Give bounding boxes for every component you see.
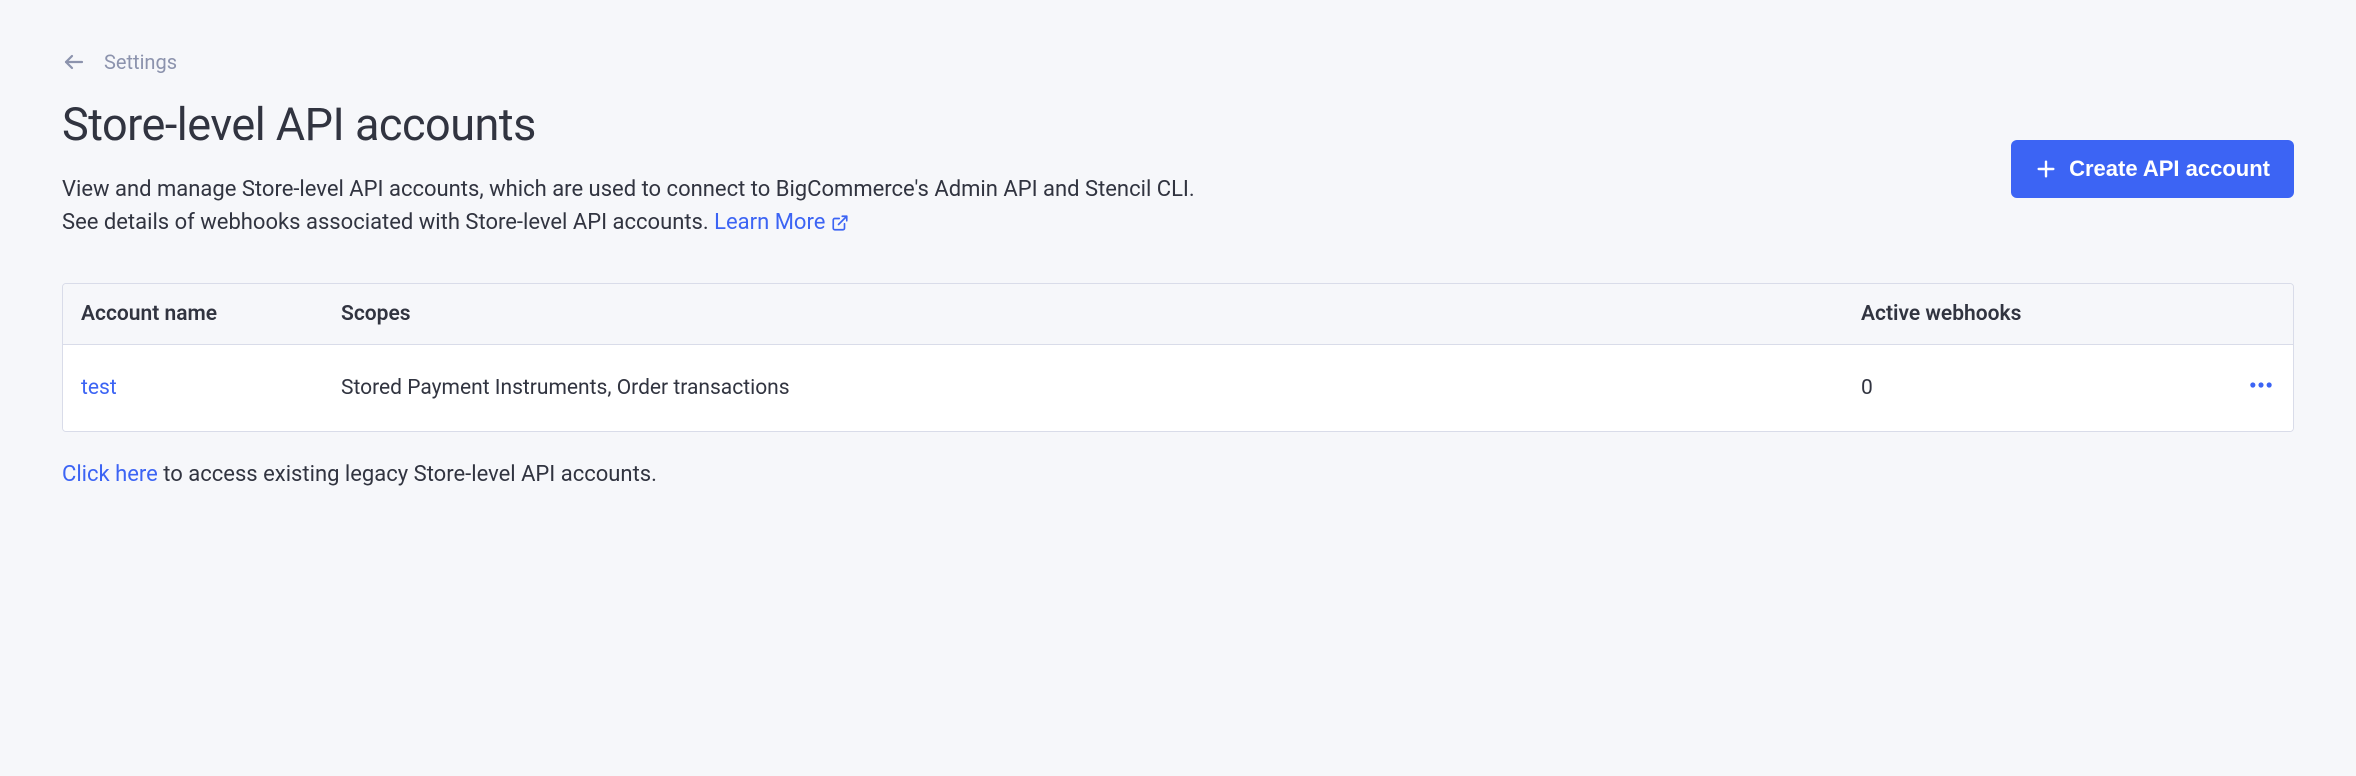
- api-accounts-table: Account name Scopes Active webhooks test…: [62, 283, 2294, 432]
- back-arrow-icon[interactable]: [62, 50, 86, 74]
- column-active-webhooks: Active webhooks: [1843, 284, 2203, 345]
- page-header: Store-level API accounts View and manage…: [62, 98, 2294, 239]
- external-link-icon: [831, 214, 849, 232]
- row-actions-button[interactable]: [2247, 371, 2275, 399]
- table-row: test Stored Payment Instruments, Order t…: [63, 345, 2293, 432]
- account-name-link[interactable]: test: [81, 376, 117, 400]
- create-api-account-button[interactable]: Create API account: [2011, 140, 2294, 198]
- breadcrumb: Settings: [62, 50, 2294, 74]
- column-account-name: Account name: [63, 284, 323, 345]
- column-actions: [2203, 284, 2293, 345]
- more-horizontal-icon: [2247, 371, 2275, 399]
- learn-more-label: Learn More: [714, 206, 825, 239]
- create-button-label: Create API account: [2069, 156, 2270, 182]
- header-text: Store-level API accounts View and manage…: [62, 98, 1212, 239]
- legacy-note: Click here to access existing legacy Sto…: [62, 462, 2294, 487]
- column-scopes: Scopes: [323, 284, 1843, 345]
- account-scopes: Stored Payment Instruments, Order transa…: [323, 345, 1843, 432]
- legacy-link[interactable]: Click here: [62, 462, 158, 487]
- legacy-text: to access existing legacy Store-level AP…: [158, 462, 657, 487]
- plus-icon: [2035, 158, 2057, 180]
- account-webhooks: 0: [1843, 345, 2203, 432]
- breadcrumb-label[interactable]: Settings: [104, 50, 177, 74]
- description-text: View and manage Store-level API accounts…: [62, 177, 1195, 235]
- table-header-row: Account name Scopes Active webhooks: [63, 284, 2293, 345]
- page-description: View and manage Store-level API accounts…: [62, 173, 1212, 239]
- learn-more-link[interactable]: Learn More: [714, 206, 849, 239]
- page-title: Store-level API accounts: [62, 98, 1212, 151]
